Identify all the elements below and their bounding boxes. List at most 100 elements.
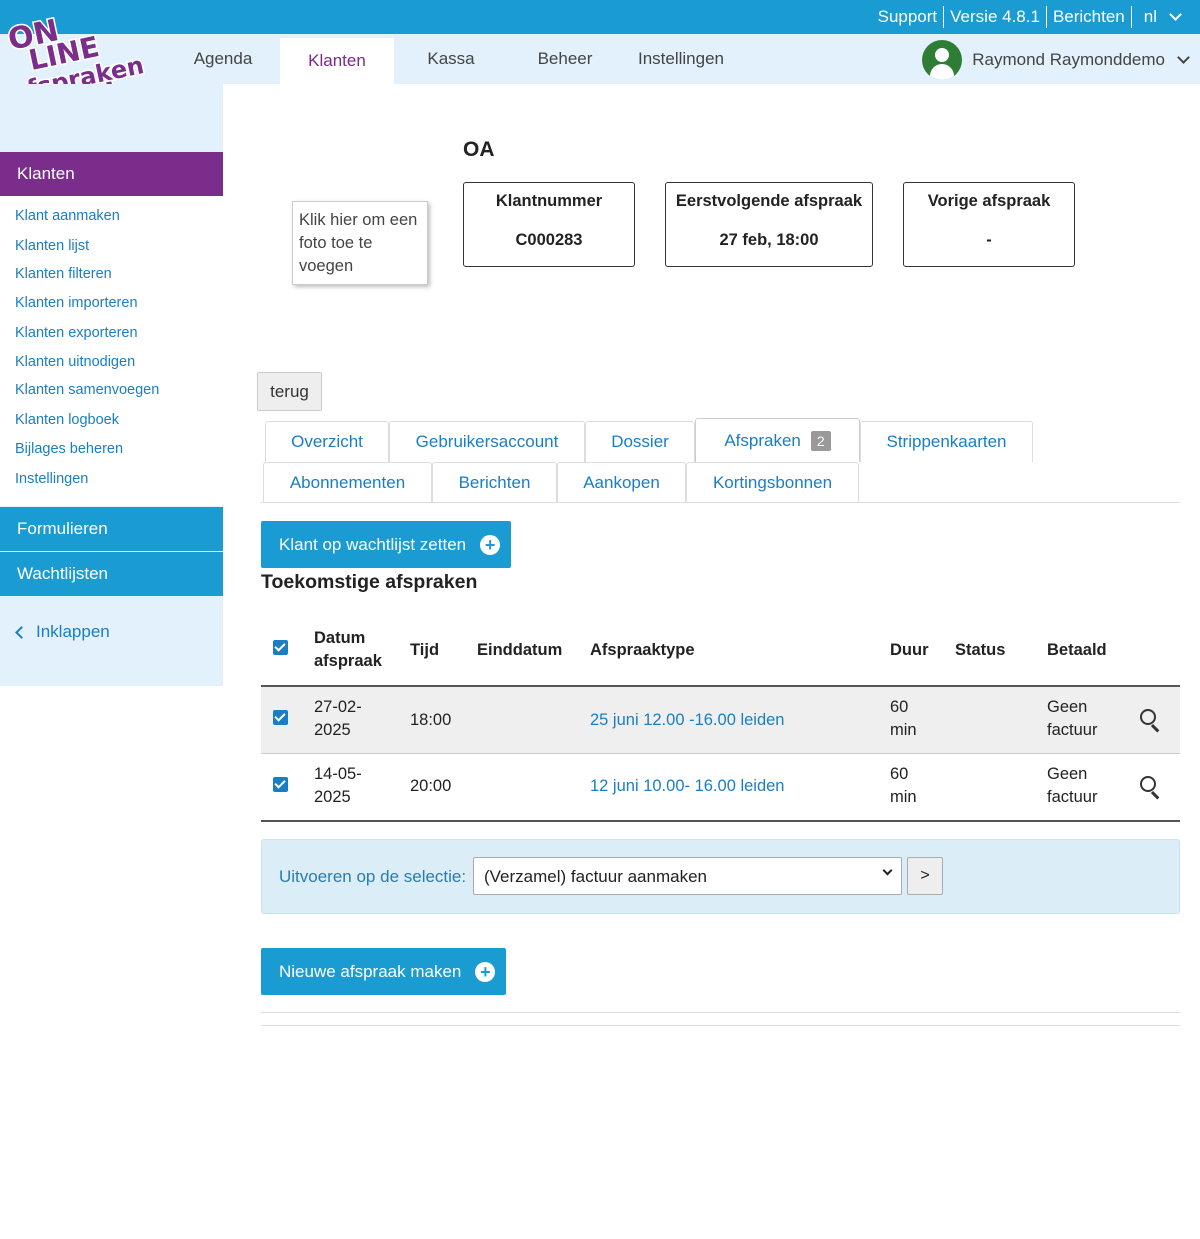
tab-abonnementen[interactable]: Abonnementen <box>263 462 432 503</box>
plus-circle-icon: + <box>480 534 501 555</box>
select-all-checkbox[interactable] <box>273 640 288 655</box>
date-line2: 2025 <box>314 721 351 739</box>
support-link[interactable]: Support <box>872 7 944 27</box>
version-link[interactable]: Versie 4.8.1 <box>944 7 1046 27</box>
header-status[interactable]: Status <box>955 639 1005 662</box>
sidebar-item-klanten-importeren[interactable]: Klanten importeren <box>15 295 138 311</box>
top-links: Support Versie 4.8.1 Berichten nl <box>872 0 1186 34</box>
collapse-sidebar[interactable]: Inklappen <box>15 622 110 642</box>
table-row: 27-02- 2025 18:00 25 juni 12.00 -16.00 l… <box>261 687 1180 754</box>
header-date-line1: Datum <box>314 629 366 647</box>
button-label: Nieuwe afspraak maken <box>279 961 462 981</box>
duration-line1: 60 <box>890 698 909 716</box>
header-end-date[interactable]: Einddatum <box>477 639 562 662</box>
divider <box>261 1012 1180 1013</box>
header-paid[interactable]: Betaald <box>1047 639 1107 662</box>
paid-line1: Geen <box>1047 765 1088 783</box>
sidebar-item-klanten-uitnodigen[interactable]: Klanten uitnodigen <box>15 354 135 370</box>
row-time: 18:00 <box>410 711 452 729</box>
duration-line2: min <box>890 721 917 739</box>
row-type-link[interactable]: 12 juni 10.00- 16.00 leiden <box>590 775 785 798</box>
card-klantnummer: Klantnummer C000283 <box>463 182 635 267</box>
search-icon[interactable] <box>1140 709 1162 733</box>
nav-kassa[interactable]: Kassa <box>394 34 508 84</box>
divider <box>261 502 1180 503</box>
tab-overzicht[interactable]: Overzicht <box>265 421 389 462</box>
language-label: nl <box>1143 7 1157 26</box>
tab-aankopen[interactable]: Aankopen <box>557 462 686 503</box>
row-checkbox[interactable] <box>273 710 288 725</box>
date-line1: 14-05- <box>314 765 362 783</box>
avatar <box>922 40 963 80</box>
nav-klanten[interactable]: Klanten <box>280 38 394 84</box>
tab-dossier[interactable]: Dossier <box>585 421 695 462</box>
row-paid: Geen factuur <box>1047 763 1097 809</box>
paid-line1: Geen <box>1047 698 1088 716</box>
divider <box>261 1025 1180 1026</box>
duration-line1: 60 <box>890 765 909 783</box>
row-date: 14-05- 2025 <box>314 763 362 809</box>
tab-afspraken[interactable]: Afspraken 2 <box>695 418 860 462</box>
date-line2: 2025 <box>314 788 351 806</box>
sidebar-item-klanten-samenvoegen[interactable]: Klanten samenvoegen <box>15 382 159 398</box>
sidebar-item-klanten-filteren[interactable]: Klanten filteren <box>15 266 112 282</box>
row-duration: 60 min <box>890 696 917 742</box>
duration-line2: min <box>890 788 917 806</box>
messages-link[interactable]: Berichten <box>1047 7 1131 27</box>
language-select[interactable]: nl <box>1132 7 1186 27</box>
nav-agenda[interactable]: Agenda <box>166 34 280 84</box>
user-menu[interactable]: Raymond Raymonddemo <box>922 40 1190 80</box>
nav-instellingen[interactable]: Instellingen <box>622 34 740 84</box>
card-value: - <box>986 231 992 249</box>
header-time[interactable]: Tijd <box>410 639 439 662</box>
header-type[interactable]: Afspraaktype <box>590 639 695 662</box>
card-value: 27 feb, 18:00 <box>719 231 819 249</box>
user-name: Raymond Raymonddemo <box>972 50 1165 69</box>
button-label: Klant op wachtlijst zetten <box>279 534 467 554</box>
sidebar-item-klanten-logboek[interactable]: Klanten logboek <box>15 412 119 428</box>
row-checkbox[interactable] <box>273 777 288 792</box>
bulk-action-go-button[interactable]: > <box>907 857 943 895</box>
card-previous-appointment: Vorige afspraak - <box>903 182 1075 267</box>
waitlist-button[interactable]: Klant op wachtlijst zetten + <box>261 521 511 568</box>
sidebar-item-instellingen[interactable]: Instellingen <box>15 471 88 487</box>
client-title: OA <box>463 138 495 161</box>
nav-beheer[interactable]: Beheer <box>508 34 622 84</box>
header-duration[interactable]: Duur <box>890 639 929 662</box>
tab-gebruikersaccount[interactable]: Gebruikersaccount <box>389 421 585 462</box>
row-type-link[interactable]: 25 juni 12.00 -16.00 leiden <box>590 709 785 732</box>
chevron-down-icon <box>1177 51 1190 64</box>
sidebar-item-klanten-lijst[interactable]: Klanten lijst <box>15 238 89 254</box>
sidebar-item-klanten-exporteren[interactable]: Klanten exporteren <box>15 325 138 341</box>
header-date-line2: afspraak <box>314 652 382 670</box>
header-date[interactable]: Datum afspraak <box>314 627 382 673</box>
tab-kortingsbonnen[interactable]: Kortingsbonnen <box>686 462 859 503</box>
select-value: (Verzamel) factuur aanmaken <box>484 867 707 886</box>
card-value: C000283 <box>515 231 583 249</box>
tab-strippenkaarten[interactable]: Strippenkaarten <box>860 421 1033 462</box>
sidebar: Klanten Klant aanmaken Klanten lijst Kla… <box>0 84 223 686</box>
card-label: Vorige afspraak <box>927 192 1051 210</box>
sidebar-formulieren[interactable]: Formulieren <box>0 507 223 551</box>
sidebar-klanten-heading[interactable]: Klanten <box>0 152 223 196</box>
card-label: Eerstvolgende afspraak <box>675 192 863 210</box>
row-paid: Geen factuur <box>1047 696 1097 742</box>
sidebar-wachtlijsten[interactable]: Wachtlijsten <box>0 552 223 596</box>
bulk-action-select[interactable]: (Verzamel) factuur aanmaken <box>473 857 902 895</box>
sidebar-submenu: Klant aanmaken Klanten lijst Klanten fil… <box>0 196 223 506</box>
chevron-left-icon <box>15 625 28 639</box>
main-nav: Agenda Klanten Kassa Beheer Instellingen… <box>0 34 1200 84</box>
sidebar-item-klant-aanmaken[interactable]: Klant aanmaken <box>15 208 120 224</box>
sidebar-item-bijlages-beheren[interactable]: Bijlages beheren <box>15 441 123 457</box>
date-line1: 27-02- <box>314 698 362 716</box>
row-date: 27-02- 2025 <box>314 696 362 742</box>
top-bar: Support Versie 4.8.1 Berichten nl <box>0 0 1200 34</box>
tab-berichten[interactable]: Berichten <box>432 462 557 503</box>
add-photo-box[interactable]: Klik hier om een foto toe te voegen <box>292 201 428 285</box>
count-badge: 2 <box>810 430 831 451</box>
chevron-down-icon <box>882 865 893 876</box>
search-icon[interactable] <box>1140 776 1162 800</box>
back-button[interactable]: terug <box>257 372 322 411</box>
nav-items: Agenda Klanten Kassa Beheer Instellingen <box>166 34 740 84</box>
new-appointment-button[interactable]: Nieuwe afspraak maken + <box>261 948 506 995</box>
